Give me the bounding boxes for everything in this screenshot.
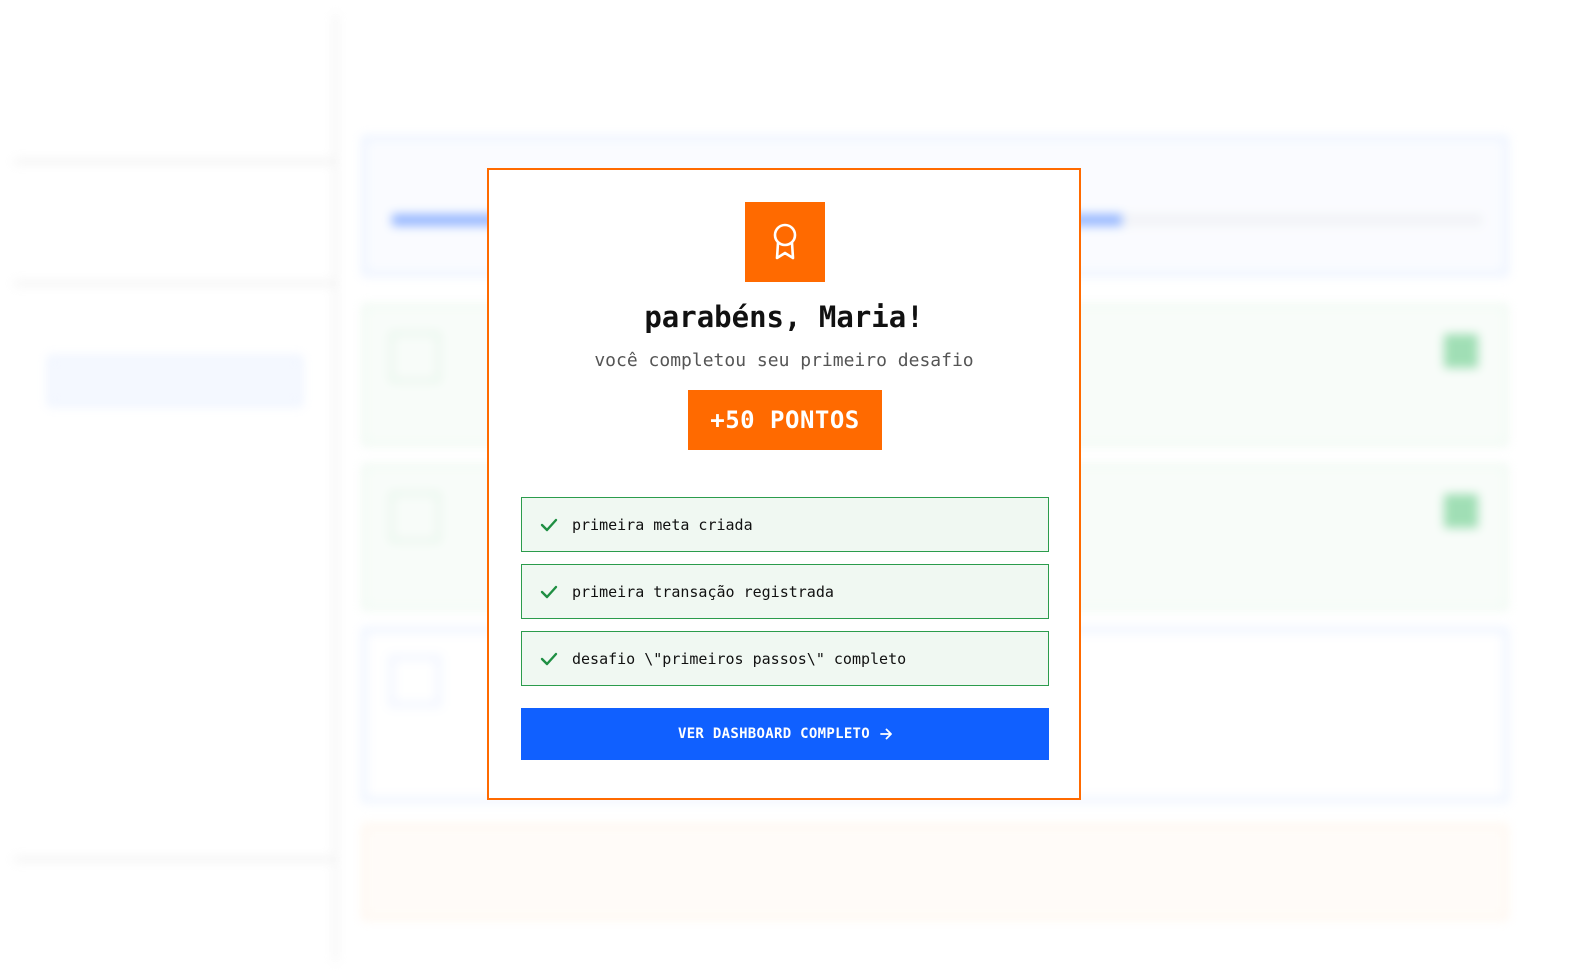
- view-dashboard-button[interactable]: VER DASHBOARD COMPLETO: [521, 708, 1049, 760]
- arrow-right-icon: [880, 728, 892, 740]
- view-dashboard-label: VER DASHBOARD COMPLETO: [677, 726, 871, 742]
- achievement-label: primeira transação registrada: [572, 582, 834, 601]
- award-icon: [745, 202, 825, 282]
- achievement-item: primeira transação registrada: [521, 564, 1049, 619]
- check-icon: [540, 649, 560, 669]
- celebration-modal: parabéns, Maria! você completou seu prim…: [487, 168, 1081, 800]
- check-icon: [540, 515, 560, 535]
- modal-title: parabéns, Maria!: [644, 300, 924, 334]
- modal-overlay: parabéns, Maria! você completou seu prim…: [0, 0, 1581, 976]
- points-badge: +50 PONTOS: [688, 390, 882, 450]
- achievement-label: primeira meta criada: [572, 515, 753, 534]
- achievement-label: desafio \"primeiros passos\" completo: [572, 649, 907, 668]
- achievement-list: primeira meta criada primeira transação …: [521, 497, 1049, 698]
- check-icon: [540, 582, 560, 602]
- modal-subtitle: você completou seu primeiro desafio: [594, 350, 974, 371]
- achievement-item: primeira meta criada: [521, 497, 1049, 552]
- achievement-item: desafio \"primeiros passos\" completo: [521, 631, 1049, 686]
